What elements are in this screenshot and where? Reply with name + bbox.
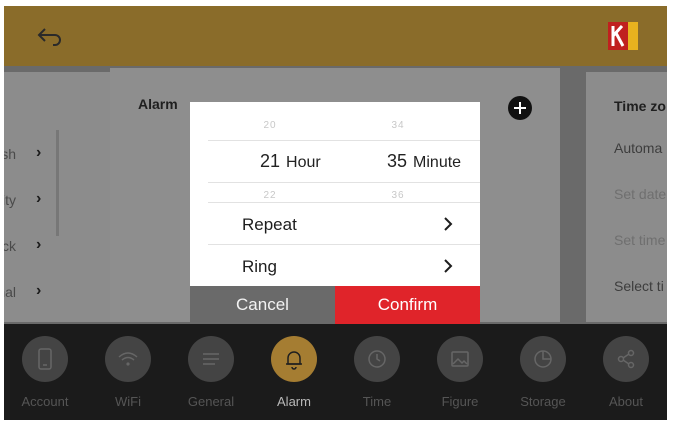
list-item[interactable]: Set date (614, 186, 666, 202)
list-icon (188, 336, 234, 382)
picker-divider (208, 140, 480, 141)
time-settings-panel: Time zo Automa Set date Set time Select … (586, 72, 667, 322)
nav-label: Account (21, 394, 69, 409)
nav-label: Time (362, 394, 392, 409)
nav-item-wifi[interactable]: WiFi (93, 336, 163, 409)
hour-next: 22 (263, 190, 277, 201)
pie-icon (520, 336, 566, 382)
list-item-label: lish (4, 146, 16, 162)
nav-item-figure[interactable]: Figure (425, 336, 495, 409)
nav-item-account[interactable]: Account (10, 336, 80, 409)
minute-value: 35 (387, 151, 408, 171)
nav-label: Storage (520, 394, 566, 409)
chevron-right-icon: › (36, 144, 42, 161)
nav-label: General (187, 394, 235, 409)
list-item[interactable]: ock › (4, 236, 64, 256)
list-item-label: vity (4, 192, 16, 208)
minute-selected[interactable]: 35 Minute (387, 151, 461, 172)
chevron-right-icon: › (36, 190, 42, 207)
hour-prev: 20 (263, 120, 277, 131)
hour-value: 21 (260, 151, 281, 171)
ring-row[interactable]: Ring (242, 257, 277, 277)
list-item[interactable]: Set time (614, 232, 665, 248)
cancel-button[interactable]: Cancel (190, 286, 335, 324)
nav-label: About (609, 394, 643, 409)
nav-item-alarm[interactable]: Alarm (259, 336, 329, 409)
chevron-right-icon: › (36, 236, 42, 253)
nav-item-general[interactable]: General (176, 336, 246, 409)
kodak-logo-icon (608, 22, 638, 50)
list-item-label: ock (4, 238, 16, 254)
back-arrow-icon[interactable] (36, 24, 64, 48)
phone-icon (22, 336, 68, 382)
minute-prev: 34 (391, 120, 405, 131)
confirm-button[interactable]: Confirm (335, 286, 480, 324)
list-item[interactable]: nal › (4, 282, 64, 302)
alarm-panel-title: Alarm (138, 96, 178, 112)
nav-item-about[interactable]: About (591, 336, 661, 409)
nav-label: Figure (441, 394, 479, 409)
nav-label: Alarm (277, 394, 311, 409)
top-bar (4, 6, 667, 66)
wifi-icon (105, 336, 151, 382)
picker-divider (208, 202, 480, 203)
scrollbar[interactable] (56, 130, 59, 236)
row-divider (208, 244, 480, 245)
settings-list-panel: lish › vity › ock › nal › (4, 72, 112, 322)
list-item[interactable]: lish › (4, 144, 64, 164)
alarm-time-dialog: 20 22 21 Hour 34 36 35 Minute Repeat Ring … (190, 102, 480, 324)
chevron-right-icon: › (36, 282, 42, 299)
minute-next: 36 (391, 190, 405, 201)
image-icon (437, 336, 483, 382)
list-item[interactable]: vity › (4, 190, 64, 210)
nav-label: WiFi (115, 394, 141, 409)
list-item-label: nal (4, 284, 16, 300)
chevron-right-icon[interactable] (442, 216, 454, 232)
picker-divider (208, 182, 480, 183)
list-item[interactable]: Automa (614, 140, 662, 156)
minute-unit: Minute (413, 154, 462, 171)
nav-item-storage[interactable]: Storage (508, 336, 578, 409)
bottom-nav: Account WiFi General Alarm Time Figure S… (4, 324, 667, 420)
hour-unit: Hour (286, 154, 321, 171)
hour-selected[interactable]: 21 Hour (260, 151, 321, 172)
bell-icon (271, 336, 317, 382)
clock-icon (354, 336, 400, 382)
nav-item-time[interactable]: Time (342, 336, 412, 409)
chevron-right-icon[interactable] (442, 258, 454, 274)
add-alarm-button[interactable] (508, 96, 532, 120)
time-zone-title: Time zo (614, 98, 666, 114)
share-icon (603, 336, 649, 382)
list-item[interactable]: Select ti (614, 278, 664, 294)
repeat-row[interactable]: Repeat (242, 215, 297, 235)
